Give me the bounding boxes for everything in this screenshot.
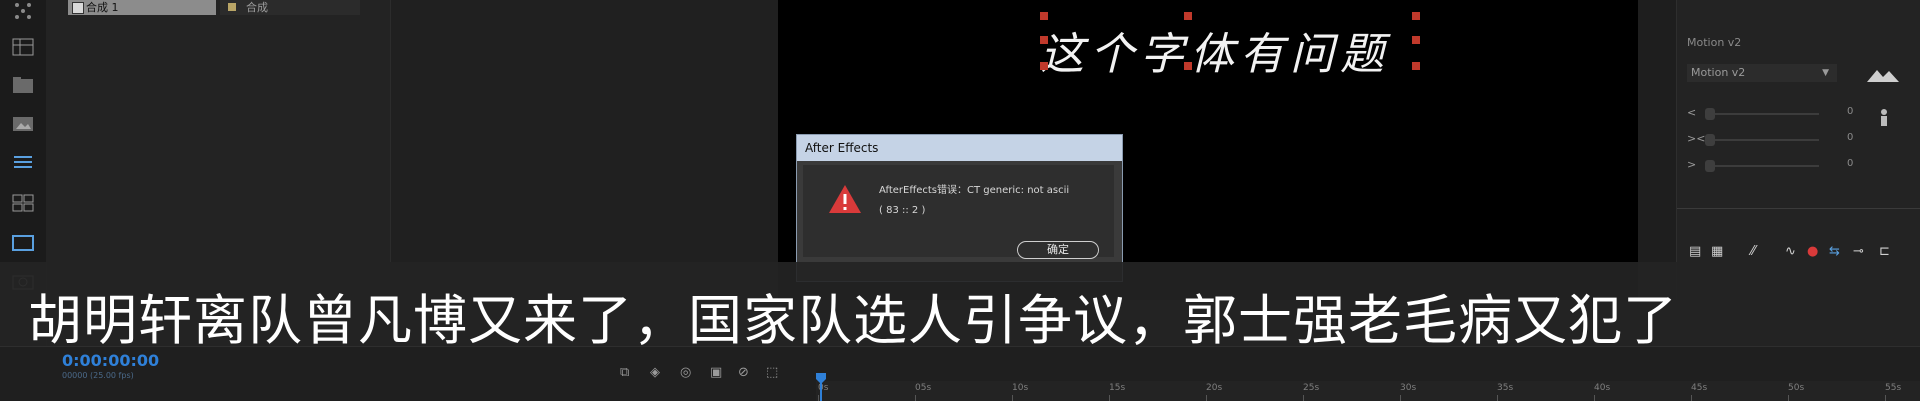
layout-icon[interactable] bbox=[10, 36, 36, 58]
motion-blur-icon[interactable]: ◎ bbox=[680, 365, 691, 380]
subtitle-band: 胡明轩离队曾凡博又来了，国家队选人引争议，郭士强老毛病又犯了 bbox=[0, 262, 1920, 352]
ruler-tick bbox=[1594, 395, 1595, 401]
ruler-tick-label: 10s bbox=[1012, 383, 1029, 393]
dialog-error-code: ( 83 :: 2 ) bbox=[879, 205, 926, 216]
link-icon[interactable]: ⊸ bbox=[1853, 244, 1864, 262]
selection-handle[interactable] bbox=[1412, 12, 1420, 20]
error-dialog: After Effects AfterEffects错误：CT generic:… bbox=[796, 134, 1123, 282]
slider-glyph: < bbox=[1687, 106, 1697, 119]
ruler-tick-label: 55s bbox=[1885, 383, 1902, 393]
preset-dropdown[interactable]: Motion v2 ▼ bbox=[1687, 64, 1837, 82]
ruler-tick-label: 20s bbox=[1206, 383, 1223, 393]
ruler-tick-label: 30s bbox=[1400, 383, 1417, 393]
comp-flowchart-icon[interactable]: ⬚ bbox=[766, 365, 778, 380]
mountain-icon[interactable] bbox=[1865, 66, 1901, 84]
viewer-overlay-text: 这个字体有问题 bbox=[1040, 29, 1390, 80]
ok-button[interactable]: 确定 bbox=[1017, 241, 1099, 259]
image-folder-icon[interactable] bbox=[10, 112, 36, 134]
slider-value: 0 bbox=[1847, 106, 1854, 117]
project-row[interactable]: 合成 1 合成 25 bbox=[68, 0, 442, 16]
warning-icon bbox=[829, 185, 861, 213]
ruler-tick bbox=[1497, 395, 1498, 401]
selection-handle[interactable] bbox=[1412, 62, 1420, 70]
record-icon[interactable]: ● bbox=[1807, 244, 1818, 262]
ruler-tick-label: 45s bbox=[1691, 383, 1708, 393]
selection-handle[interactable] bbox=[1040, 62, 1048, 70]
label-color-icon bbox=[228, 3, 236, 11]
playhead[interactable] bbox=[816, 373, 826, 401]
save-icon[interactable]: ▦ bbox=[1711, 244, 1723, 262]
ruler-tick-label: 05s bbox=[915, 383, 932, 393]
ruler-tick bbox=[1303, 395, 1304, 401]
align-icon[interactable]: ⊏ bbox=[1879, 244, 1890, 262]
slider-track[interactable] bbox=[1709, 139, 1819, 141]
ruler-tick bbox=[1788, 395, 1789, 401]
selection-handle[interactable] bbox=[1184, 12, 1192, 20]
ruler-tick-label: 50s bbox=[1788, 383, 1805, 393]
easing-icon[interactable]: ⁄⁄ bbox=[1751, 244, 1755, 262]
folder-icon[interactable] bbox=[10, 74, 36, 96]
list-icon[interactable] bbox=[10, 152, 36, 174]
slider-knob[interactable] bbox=[1705, 160, 1715, 172]
effects-toolbar: ▤ ▦ ⁄⁄ ∿ ● ⇆ ⊸ ⊏ bbox=[1689, 244, 1919, 264]
ruler-tick bbox=[1400, 395, 1401, 401]
ruler-tick-label: 25s bbox=[1303, 383, 1320, 393]
chevron-down-icon: ▼ bbox=[1822, 68, 1829, 78]
slider-track[interactable] bbox=[1709, 113, 1819, 115]
draft-3d-icon[interactable]: ◈ bbox=[650, 365, 660, 380]
ruler-tick bbox=[915, 395, 916, 401]
figure-icon[interactable] bbox=[1877, 108, 1891, 128]
slider-track[interactable] bbox=[1709, 165, 1819, 167]
slider-knob[interactable] bbox=[1705, 134, 1715, 146]
timeline-panel: 0:00:00:00 00000 (25.00 fps) ⧉ ◈ ◎ ▣ ⊘ ⬚… bbox=[0, 346, 1920, 401]
motion-tab[interactable]: Motion v2 bbox=[1687, 36, 1741, 49]
selection-handle[interactable] bbox=[1040, 36, 1048, 44]
shy-icon[interactable]: ⧉ bbox=[620, 365, 629, 380]
slider-glyph: > bbox=[1687, 158, 1697, 171]
slider-value: 0 bbox=[1847, 132, 1854, 143]
subtitle-text: 胡明轩离队曾凡博又来了，国家队选人引争议，郭士强老毛病又犯了 bbox=[28, 289, 1678, 352]
timecode-frame-rate: 00000 (25.00 fps) bbox=[62, 371, 134, 380]
slider-glyph: >< bbox=[1687, 132, 1706, 145]
composition-icon bbox=[72, 2, 84, 14]
ruler-tick-label: 40s bbox=[1594, 383, 1611, 393]
panel-divider bbox=[1677, 208, 1920, 209]
dialog-message: AfterEffects错误：CT generic: not ascii bbox=[879, 185, 1070, 196]
secondary-panel bbox=[390, 0, 779, 262]
ruler-tick bbox=[1206, 395, 1207, 401]
dialog-title: After Effects bbox=[797, 135, 1122, 161]
panels-icon[interactable] bbox=[10, 192, 36, 214]
timecode[interactable]: 0:00:00:00 bbox=[62, 351, 159, 370]
comp-type: 合成 bbox=[246, 1, 268, 14]
ruler-tick-label: 35s bbox=[1497, 383, 1514, 393]
comp-name: 合成 1 bbox=[86, 1, 119, 14]
comp-name-cell[interactable]: 合成 1 bbox=[68, 0, 216, 15]
frame-blend-icon[interactable]: ▣ bbox=[710, 365, 722, 380]
ruler-tick-label: 15s bbox=[1109, 383, 1126, 393]
timeline-tools: ⧉ ◈ ◎ ▣ ⊘ ⬚ bbox=[620, 365, 800, 385]
ruler-tick bbox=[1885, 395, 1886, 401]
selection-handle[interactable] bbox=[1184, 62, 1192, 70]
preset-dropdown-label: Motion v2 bbox=[1691, 66, 1746, 79]
monitor-icon[interactable] bbox=[10, 232, 36, 254]
time-ruler[interactable]: 0s 05s 10s 15s 20s 25s 30s 35s 40s 45s 50s 55s bbox=[816, 381, 1920, 401]
ruler-tick bbox=[1691, 395, 1692, 401]
comp-type-cell: 合成 bbox=[220, 0, 360, 15]
swap-icon[interactable]: ⇆ bbox=[1829, 244, 1840, 262]
slider-row[interactable]: >< 0 bbox=[1687, 132, 1887, 148]
effects-panel: Motion v2 Motion v2 ▼ < 0 >< 0 > 0 ▤ ▦ ⁄… bbox=[1676, 0, 1920, 300]
selection-handle[interactable] bbox=[1040, 12, 1048, 20]
selection-handle[interactable] bbox=[1412, 36, 1420, 44]
grid-icon[interactable] bbox=[10, 0, 36, 22]
list-icon[interactable]: ▤ bbox=[1689, 244, 1701, 262]
ruler-tick bbox=[1109, 395, 1110, 401]
curve-icon[interactable]: ∿ bbox=[1785, 244, 1796, 262]
ruler-tick bbox=[1012, 395, 1013, 401]
slider-knob[interactable] bbox=[1705, 108, 1715, 120]
slider-row[interactable]: > 0 bbox=[1687, 158, 1887, 174]
graph-editor-icon[interactable]: ⊘ bbox=[738, 365, 749, 380]
slider-row[interactable]: < 0 bbox=[1687, 106, 1887, 122]
project-panel: 合成 1 合成 25 bbox=[46, 0, 442, 262]
slider-value: 0 bbox=[1847, 158, 1854, 169]
